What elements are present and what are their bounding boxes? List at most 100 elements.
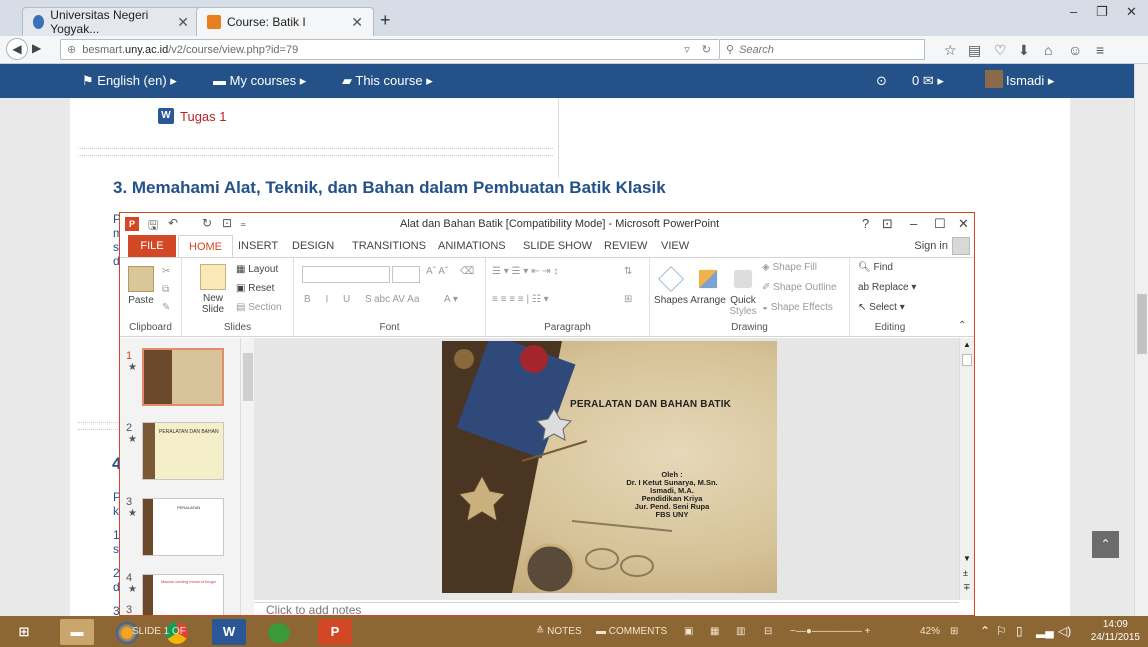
- ppt-minimize-icon[interactable]: –: [910, 216, 917, 231]
- text-direction-icon[interactable]: ⇅: [624, 266, 632, 277]
- font-name-select[interactable]: [302, 266, 390, 283]
- my-courses-menu[interactable]: ▬ My courses ▸: [213, 73, 306, 89]
- forward-icon[interactable]: ▶: [32, 41, 41, 55]
- ppt-close-icon[interactable]: ✕: [958, 216, 969, 232]
- text-effects-icon[interactable]: abc AV Aa: [374, 294, 419, 305]
- layout-button[interactable]: ▦ Layout: [236, 264, 278, 275]
- shape-effects-button[interactable]: ◒ Shape Effects: [762, 302, 833, 313]
- notes-pane[interactable]: Click to add notes: [254, 602, 959, 615]
- editor-scroll-thumb[interactable]: [962, 354, 972, 366]
- slide-thumbnail-4[interactable]: Macam canting menurut fungsi: [142, 574, 224, 615]
- system-clock[interactable]: 14:09 24/11/2015: [1091, 618, 1140, 644]
- text-style-buttons[interactable]: B I U S: [304, 294, 378, 305]
- notification-icon[interactable]: ⊙: [876, 73, 887, 89]
- shapes-button[interactable]: Shapes: [654, 266, 688, 306]
- zoom-slider[interactable]: −—●————— +: [790, 626, 871, 637]
- start-windows-icon[interactable]: ⊞: [6, 619, 42, 645]
- scrollbar-thumb[interactable]: [1137, 294, 1147, 354]
- fit-to-window-icon[interactable]: ⊞: [950, 626, 958, 637]
- previous-slide-icon[interactable]: ±: [963, 568, 968, 578]
- dropdown-history-icon[interactable]: ▿: [684, 43, 690, 56]
- slide-thumbnail-1[interactable]: [142, 348, 224, 406]
- collapse-ribbon-icon[interactable]: ⌃: [958, 320, 966, 331]
- scroll-down-icon[interactable]: ▼: [963, 554, 971, 563]
- next-slide-icon[interactable]: ∓: [963, 582, 971, 593]
- tab-insert[interactable]: INSERT: [238, 240, 278, 252]
- tab-file[interactable]: FILE: [128, 235, 176, 257]
- new-tab-icon[interactable]: +: [380, 10, 391, 31]
- select-button[interactable]: ↖ Select ▾: [858, 302, 905, 313]
- cut-icon[interactable]: ✂: [162, 266, 170, 277]
- copy-icon[interactable]: ⧉: [162, 284, 169, 295]
- close-tab-icon[interactable]: ✕: [177, 14, 189, 31]
- scroll-to-top-button[interactable]: ⌃: [1092, 531, 1119, 558]
- user-menu[interactable]: Ismadi ▸: [1006, 73, 1054, 89]
- scroll-up-icon[interactable]: ▲: [963, 340, 971, 349]
- tab-view[interactable]: VIEW: [661, 240, 689, 252]
- search-input[interactable]: ⚲ Search: [720, 39, 925, 60]
- messages-menu[interactable]: 0 ✉ ▸: [912, 73, 944, 89]
- tab-animations[interactable]: ANIMATIONS: [438, 240, 506, 252]
- pocket-icon[interactable]: ♡: [994, 42, 1007, 59]
- slide-thumbnail-2[interactable]: PERALATAN DAN BAHAN: [142, 422, 224, 480]
- notes-toggle[interactable]: ≙ NOTES: [536, 626, 582, 637]
- thumbnail-scrollbar-thumb[interactable]: [243, 353, 253, 401]
- redo-icon[interactable]: ↻: [202, 216, 212, 230]
- menu-icon[interactable]: ≡: [1096, 42, 1104, 58]
- language-menu[interactable]: ⚑ English (en) ▸: [82, 73, 177, 89]
- minimize-icon[interactable]: –: [1070, 4, 1077, 19]
- bookmark-star-icon[interactable]: ☆: [944, 42, 957, 59]
- user-avatar[interactable]: [985, 70, 1003, 88]
- ribbon-display-icon[interactable]: ⊡: [882, 216, 893, 232]
- comments-toggle[interactable]: ▬ COMMENTS: [596, 626, 667, 637]
- bookmarks-list-icon[interactable]: ▤: [968, 42, 981, 59]
- internet-download-manager-icon[interactable]: [262, 619, 296, 645]
- reset-button[interactable]: ▣ Reset: [236, 283, 274, 294]
- powerpoint-taskbar-icon[interactable]: P: [318, 619, 352, 645]
- section-button[interactable]: ▤ Section: [236, 302, 282, 313]
- slideshow-view-icon[interactable]: ⊟: [764, 626, 772, 637]
- alignment-icon[interactable]: ≡ ≡ ≡ ≡ | ☷ ▾: [492, 294, 549, 305]
- font-color-icon[interactable]: A ▾: [444, 294, 458, 305]
- close-window-icon[interactable]: ✕: [1126, 4, 1137, 20]
- show-hidden-icons[interactable]: ⌃: [980, 624, 990, 638]
- shape-outline-button[interactable]: ✐ Shape Outline: [762, 282, 837, 293]
- clear-format-icon[interactable]: ⌫: [460, 266, 474, 277]
- tab-transitions[interactable]: TRANSITIONS: [352, 240, 426, 252]
- activity-tugas-1[interactable]: W Tugas 1: [158, 108, 227, 124]
- quick-styles-button[interactable]: Quick Styles: [728, 266, 758, 317]
- normal-view-icon[interactable]: ▣: [684, 626, 693, 637]
- url-bar[interactable]: ⊕ besmart. uny.ac.id/v2/course/view.php?i…: [60, 39, 720, 60]
- smartart-icon[interactable]: ⊞: [624, 294, 632, 305]
- page-scrollbar[interactable]: [1134, 64, 1148, 616]
- reload-icon[interactable]: ↻: [702, 43, 711, 56]
- replace-button[interactable]: ab Replace ▾: [858, 282, 916, 293]
- tab-home[interactable]: HOME: [178, 235, 233, 258]
- word-taskbar-icon[interactable]: W: [212, 619, 246, 645]
- grow-font-icon[interactable]: Aˆ Aˇ: [426, 266, 448, 277]
- tab-slide-show[interactable]: SLIDE SHOW: [523, 240, 592, 252]
- restore-icon[interactable]: ❐: [1096, 4, 1108, 20]
- this-course-menu[interactable]: ▰ This course ▸: [342, 73, 433, 89]
- volume-icon[interactable]: ◁): [1058, 624, 1071, 638]
- file-explorer-icon[interactable]: ▬: [60, 619, 94, 645]
- start-slideshow-icon[interactable]: ⊡: [222, 216, 232, 230]
- chat-icon[interactable]: ☺: [1068, 42, 1082, 58]
- shape-fill-button[interactable]: ◈ Shape Fill: [762, 262, 817, 273]
- zoom-level[interactable]: 42%: [920, 626, 940, 637]
- arrange-button[interactable]: Arrange: [690, 266, 726, 306]
- close-tab-icon[interactable]: ✕: [351, 14, 363, 31]
- account-avatar[interactable]: [952, 237, 970, 255]
- find-button[interactable]: 🔍︎ Find: [858, 262, 893, 273]
- slide-sorter-icon[interactable]: ▦: [710, 626, 719, 637]
- action-center-flag-icon[interactable]: ⚐: [996, 624, 1007, 638]
- reading-view-icon[interactable]: ▥: [736, 626, 745, 637]
- browser-tab-uny[interactable]: Universitas Negeri Yogyak... ✕: [22, 7, 200, 36]
- editor-scrollbar[interactable]: ▲ ▼ ± ∓: [959, 338, 974, 600]
- current-slide[interactable]: PERALATAN DAN BAHAN BATIK Oleh : Dr. I K…: [442, 341, 777, 593]
- help-icon[interactable]: ?: [862, 216, 869, 231]
- paste-button[interactable]: Paste: [126, 266, 156, 306]
- battery-icon[interactable]: ▯: [1016, 624, 1023, 638]
- signal-icon[interactable]: ▂▄: [1036, 624, 1054, 638]
- browser-tab-course[interactable]: Course: Batik I ✕: [196, 7, 374, 36]
